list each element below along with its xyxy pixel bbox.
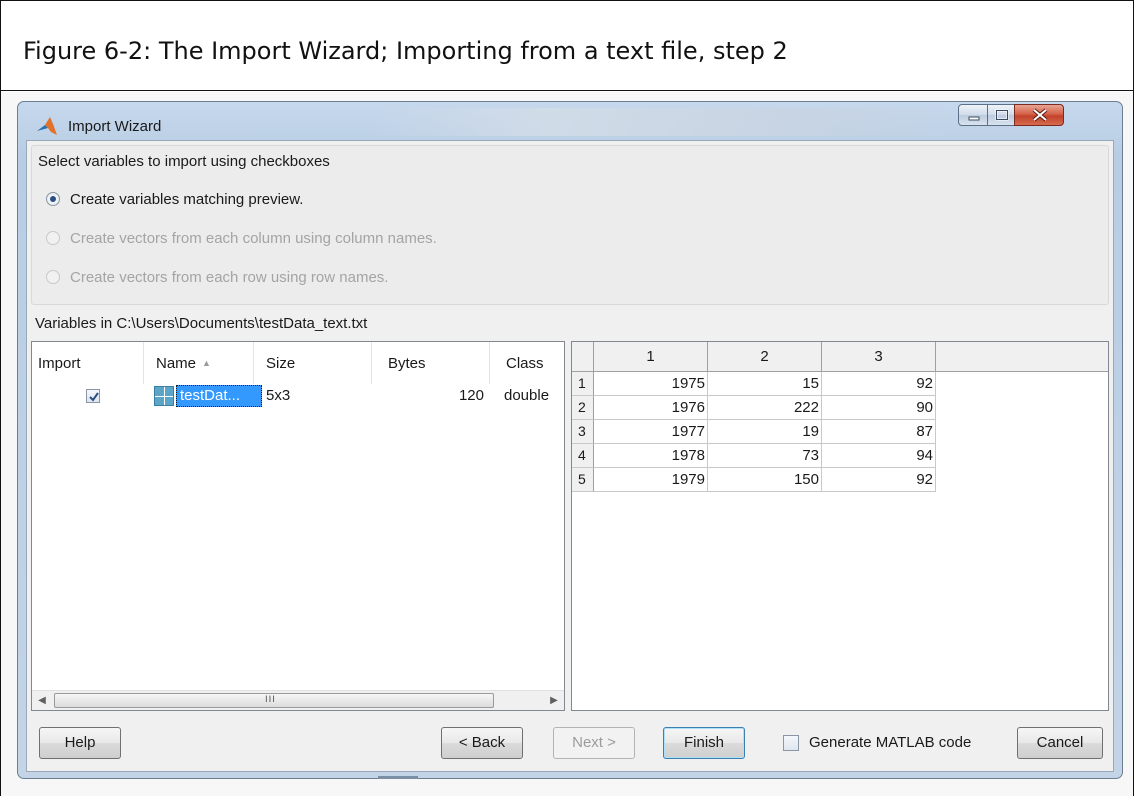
window-title: Import Wizard xyxy=(68,118,162,135)
preview-cell: 15 xyxy=(708,372,822,396)
scroll-right-icon[interactable]: ▶ xyxy=(544,691,564,711)
checkmark-icon xyxy=(89,392,99,402)
preview-row-header: 3 xyxy=(572,420,594,444)
column-header-bytes[interactable]: Bytes xyxy=(372,342,490,384)
preview-cell: 73 xyxy=(708,444,822,468)
window-bottom-edge xyxy=(378,776,418,779)
radio-create-matching[interactable]: Create variables matching preview. xyxy=(46,188,303,210)
sort-ascending-icon: ▲ xyxy=(202,358,211,368)
generate-code-checkbox[interactable] xyxy=(783,735,799,751)
preview-cell: 1976 xyxy=(594,396,708,420)
variables-table[interactable]: Import Name ▲ Size Bytes Class testDat... xyxy=(31,341,565,711)
import-options-group: Select variables to import using checkbo… xyxy=(31,145,1109,305)
preview-cell: 1979 xyxy=(594,468,708,492)
import-checkbox[interactable] xyxy=(86,389,100,403)
minimize-icon xyxy=(968,116,980,121)
radio-label: Create vectors from each row using row n… xyxy=(70,268,389,286)
preview-column-header: 3 xyxy=(822,342,936,372)
variable-bytes: 120 xyxy=(458,387,484,404)
preview-cell: 19 xyxy=(708,420,822,444)
preview-cell: 1975 xyxy=(594,372,708,396)
column-header-label: Class xyxy=(506,355,544,372)
radio-label: Create vectors from each column using co… xyxy=(70,229,437,247)
close-icon xyxy=(1032,108,1048,122)
table-row[interactable]: testDat... 5x3 120 double xyxy=(32,384,564,408)
preview-cell: 92 xyxy=(822,372,936,396)
scrollbar-thumb[interactable]: III xyxy=(54,693,494,708)
column-header-label: Name xyxy=(156,355,197,372)
radio-vectors-columns: Create vectors from each column using co… xyxy=(46,227,437,249)
caption-row: Figure 6-2: The Import Wizard; Importing… xyxy=(1,1,1133,91)
preview-column-header: 1 xyxy=(594,342,708,372)
screenshot-area: Import Wizard Select variables to import… xyxy=(1,92,1133,796)
variables-path-label: Variables in C:\Users\Documents\testData… xyxy=(35,315,368,332)
radio-button-checked[interactable] xyxy=(46,192,60,206)
variable-size: 5x3 xyxy=(266,387,291,404)
next-button[interactable]: Next > xyxy=(553,727,635,759)
close-button[interactable] xyxy=(1014,104,1064,126)
variable-class: double xyxy=(504,387,550,404)
preview-cell: 1977 xyxy=(594,420,708,444)
variable-name[interactable]: testDat... xyxy=(176,385,262,407)
maximize-icon xyxy=(995,109,1009,121)
preview-header-filler xyxy=(936,342,1108,372)
column-header-label: Size xyxy=(266,355,296,372)
column-header-class[interactable]: Class xyxy=(490,342,566,384)
preview-cell: 90 xyxy=(822,396,936,420)
column-header-label: Bytes xyxy=(388,355,426,372)
preview-cell: 222 xyxy=(708,396,822,420)
matrix-variable-icon xyxy=(154,386,174,406)
preview-column-header: 2 xyxy=(708,342,822,372)
back-button[interactable]: < Back xyxy=(441,727,523,759)
radio-vectors-rows: Create vectors from each row using row n… xyxy=(46,266,388,288)
preview-row-header: 1 xyxy=(572,372,594,396)
minimize-button[interactable] xyxy=(958,104,988,126)
column-header-name[interactable]: Name ▲ xyxy=(144,342,254,384)
generate-code-label[interactable]: Generate MATLAB code xyxy=(809,734,971,751)
preview-corner-cell xyxy=(572,342,594,372)
preview-row-header: 2 xyxy=(572,396,594,420)
preview-cell: 94 xyxy=(822,444,936,468)
preview-cell: 150 xyxy=(708,468,822,492)
radio-button-disabled xyxy=(46,270,60,284)
figure-frame: Figure 6-2: The Import Wizard; Importing… xyxy=(0,0,1134,796)
preview-row-header: 5 xyxy=(572,468,594,492)
maximize-button[interactable] xyxy=(987,104,1015,126)
column-header-import[interactable]: Import xyxy=(32,342,144,384)
cancel-button[interactable]: Cancel xyxy=(1017,727,1103,759)
wizard-client-area: Select variables to import using checkbo… xyxy=(26,140,1114,772)
matlab-logo-icon xyxy=(37,117,57,135)
import-wizard-window: Import Wizard Select variables to import… xyxy=(17,101,1123,779)
variable-name-cell[interactable]: testDat... xyxy=(154,385,264,407)
column-header-size[interactable]: Size xyxy=(254,342,372,384)
column-header-label: Import xyxy=(38,355,81,372)
variables-table-header: Import Name ▲ Size Bytes Class xyxy=(32,342,564,384)
titlebar[interactable]: Import Wizard xyxy=(18,102,1122,142)
figure-caption: Figure 6-2: The Import Wizard; Importing… xyxy=(23,37,788,65)
help-button[interactable]: Help xyxy=(39,727,121,759)
preview-cell: 92 xyxy=(822,468,936,492)
preview-row-header: 4 xyxy=(572,444,594,468)
group-title: Select variables to import using checkbo… xyxy=(38,153,330,170)
horizontal-scrollbar[interactable]: ◀ III ▶ xyxy=(32,690,564,710)
radio-button-disabled xyxy=(46,231,60,245)
finish-button[interactable]: Finish xyxy=(663,727,745,759)
preview-cell: 87 xyxy=(822,420,936,444)
data-preview-table[interactable]: 1 2 3 1 1975 15 92 2 1976 222 90 3 1977 … xyxy=(571,341,1109,711)
preview-cell: 1978 xyxy=(594,444,708,468)
scroll-left-icon[interactable]: ◀ xyxy=(32,691,52,711)
radio-label: Create variables matching preview. xyxy=(70,190,304,208)
scroll-grip-icon: III xyxy=(265,695,276,705)
